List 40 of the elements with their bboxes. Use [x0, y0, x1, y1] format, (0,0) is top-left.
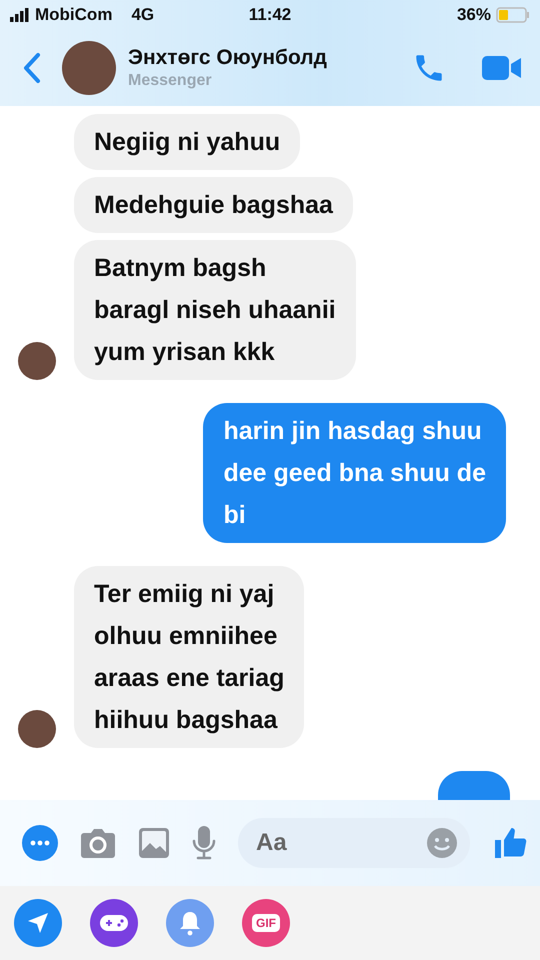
message-bubble: Medehguie bagshaa	[74, 177, 353, 233]
smiley-icon[interactable]	[426, 827, 458, 859]
avatar[interactable]	[62, 41, 116, 95]
thumbs-up-icon	[492, 825, 528, 861]
game-button[interactable]	[90, 899, 138, 947]
video-camera-icon	[482, 54, 522, 82]
back-button[interactable]	[22, 52, 42, 84]
more-icon	[22, 825, 58, 861]
image-icon	[138, 827, 170, 859]
contact-name: Энхтөгс Оюунболд	[128, 46, 328, 70]
bell-icon	[178, 910, 202, 936]
contact-subtitle: Messenger	[128, 72, 213, 90]
battery-percent: 36%	[456, 5, 491, 25]
microphone-button[interactable]	[192, 825, 216, 861]
microphone-icon	[192, 825, 216, 861]
signal-icon	[10, 8, 30, 22]
camera-icon	[80, 827, 116, 859]
sender-avatar	[18, 342, 56, 380]
gallery-button[interactable]	[138, 827, 170, 859]
message-bubble	[438, 771, 510, 800]
gif-button[interactable]: GIF	[242, 899, 290, 947]
video-call-button[interactable]	[482, 54, 522, 82]
message-field[interactable]: Aa	[238, 818, 470, 868]
message-bubble: Ter emiig ni yaj olhuu emniihee araas ene tariag hiihuu bagshaa	[74, 566, 304, 748]
message-bubble: Negiig ni yahuu	[74, 114, 300, 170]
clock-time: 11:42	[248, 5, 292, 24]
gamepad-icon	[99, 913, 129, 933]
camera-button[interactable]	[80, 827, 116, 859]
more-button[interactable]	[22, 825, 58, 861]
message-bubble: harin jin hasdag shuu dee geed bna shuu de bi	[203, 403, 506, 543]
battery-icon	[496, 7, 530, 23]
chevron-left-icon	[22, 52, 42, 84]
like-button[interactable]	[492, 825, 528, 861]
location-arrow-button[interactable]	[14, 899, 62, 947]
carrier-name: MobiCom	[35, 5, 112, 25]
network-type: 4G	[131, 5, 154, 25]
arrow-icon	[26, 911, 50, 935]
sender-avatar	[18, 710, 56, 748]
message-bubble: Batnym bagsh baragl niseh uhaanii yum yrisan kkk	[74, 240, 356, 380]
bell-button[interactable]	[166, 899, 214, 947]
